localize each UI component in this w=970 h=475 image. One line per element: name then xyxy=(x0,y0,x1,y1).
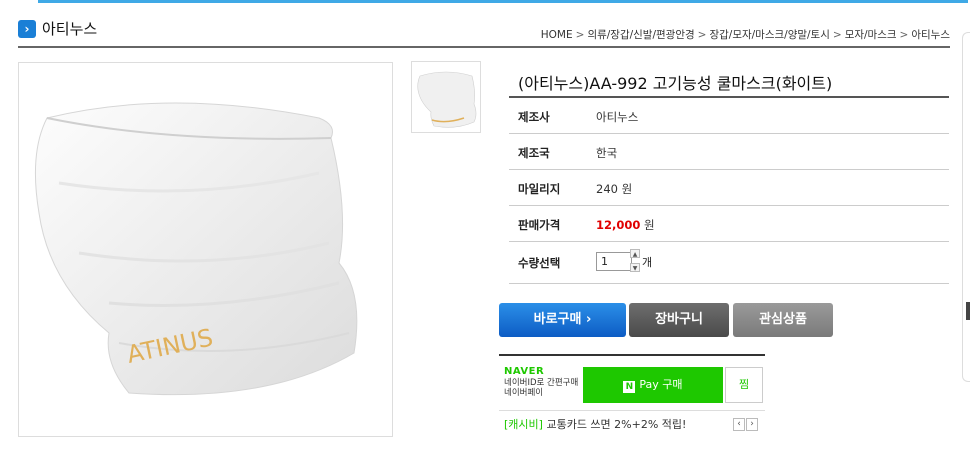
price-value-wrap: 12,000 원 xyxy=(596,217,655,233)
mileage-label: 마일리지 xyxy=(518,182,561,196)
info-row-quantity: 수량선택 1 ▲ ▼ 개 xyxy=(509,242,949,284)
breadcrumb-clothing[interactable]: 의류/장갑/신발/편광안경 xyxy=(587,29,694,41)
quantity-unit: 개 xyxy=(642,256,653,269)
wishlist-button[interactable]: 관심상품 xyxy=(733,303,833,337)
promo-tag: [캐시비] xyxy=(504,418,543,431)
quantity-up-button[interactable]: ▲ xyxy=(630,249,640,258)
side-quick-menu[interactable] xyxy=(962,32,970,382)
manufacturer-label: 제조사 xyxy=(518,110,550,124)
neck-gaiter-image: ATINUS xyxy=(34,102,358,396)
chevron-right-icon: › xyxy=(18,20,36,38)
buy-now-button[interactable]: 바로구매 › xyxy=(499,303,626,337)
page-title: 아티누스 xyxy=(42,20,98,38)
add-to-cart-button[interactable]: 장바구니 xyxy=(629,303,729,337)
breadcrumb-hat-mask[interactable]: 모자/마스크 xyxy=(845,29,897,41)
country-label: 제조국 xyxy=(518,146,550,160)
naver-wish-button[interactable]: 찜 xyxy=(725,367,763,403)
promo-text: 교통카드 쓰면 2%+2% 적립! xyxy=(546,418,687,431)
breadcrumb-separator: > xyxy=(697,29,707,41)
promo-next-button[interactable]: › xyxy=(746,418,758,431)
price-label: 판매가격 xyxy=(518,218,561,232)
breadcrumb-home[interactable]: HOME xyxy=(541,29,573,41)
breadcrumb-brand[interactable]: 아티누스 xyxy=(911,29,950,41)
page-header: › 아티누스 HOME > 의류/장갑/신발/편광안경 > 장갑/모자/마스크/양말/토… xyxy=(18,16,950,48)
breadcrumb-separator: > xyxy=(832,29,842,41)
country-value: 한국 xyxy=(596,146,618,160)
side-scroll-handle[interactable] xyxy=(966,302,970,320)
naver-description: 네이버ID로 간편구매 네이버페이 xyxy=(504,378,578,398)
manufacturer-value: 아티누스 xyxy=(596,110,639,124)
info-row-mileage: 마일리지 240 원 xyxy=(509,170,949,206)
price-unit: 원 xyxy=(644,218,655,232)
quantity-down-button[interactable]: ▼ xyxy=(630,263,640,272)
product-thumbnail[interactable] xyxy=(411,61,481,133)
naver-pay-button[interactable]: N Pay 구매 xyxy=(583,367,723,403)
breadcrumb-separator: > xyxy=(575,29,585,41)
breadcrumb-separator: > xyxy=(899,29,909,41)
promo-prev-button[interactable]: ‹ xyxy=(733,418,745,431)
cashbee-promo[interactable]: [캐시비] 교통카드 쓰면 2%+2% 적립! xyxy=(504,416,686,432)
naver-logo: NAVER xyxy=(504,366,545,377)
info-row-manufacturer: 제조사 아티누스 xyxy=(509,98,949,134)
naver-desc-line2: 네이버페이 xyxy=(504,388,544,398)
quantity-label: 수량선택 xyxy=(518,256,561,270)
naver-pay-label: Pay 구매 xyxy=(639,378,683,391)
top-accent-line xyxy=(38,0,968,3)
naver-desc-line1: 네이버ID로 간편구매 xyxy=(504,378,579,388)
product-main-image: ATINUS xyxy=(18,62,393,437)
product-title: (아티누스)AA-992 고기능성 쿨마스크(화이트) xyxy=(518,74,833,93)
quantity-input[interactable]: 1 xyxy=(596,252,632,271)
info-row-price: 판매가격 12,000 원 xyxy=(509,206,949,242)
thumbnail-image xyxy=(417,71,477,128)
mileage-value: 240 원 xyxy=(596,182,633,196)
info-row-country: 제조국 한국 xyxy=(509,134,949,170)
npay-n-icon: N xyxy=(623,381,636,393)
price-value: 12,000 xyxy=(596,218,641,232)
breadcrumb-accessories[interactable]: 장갑/모자/마스크/양말/토시 xyxy=(709,29,829,41)
product-title-bar: (아티누스)AA-992 고기능성 쿨마스크(화이트) xyxy=(509,62,949,98)
naver-pay-box: NAVER 네이버ID로 간편구매 네이버페이 N Pay 구매 찜 xyxy=(499,354,765,411)
breadcrumb: HOME > 의류/장갑/신발/편광안경 > 장갑/모자/마스크/양말/토시 > 모자/마스… xyxy=(541,27,950,42)
